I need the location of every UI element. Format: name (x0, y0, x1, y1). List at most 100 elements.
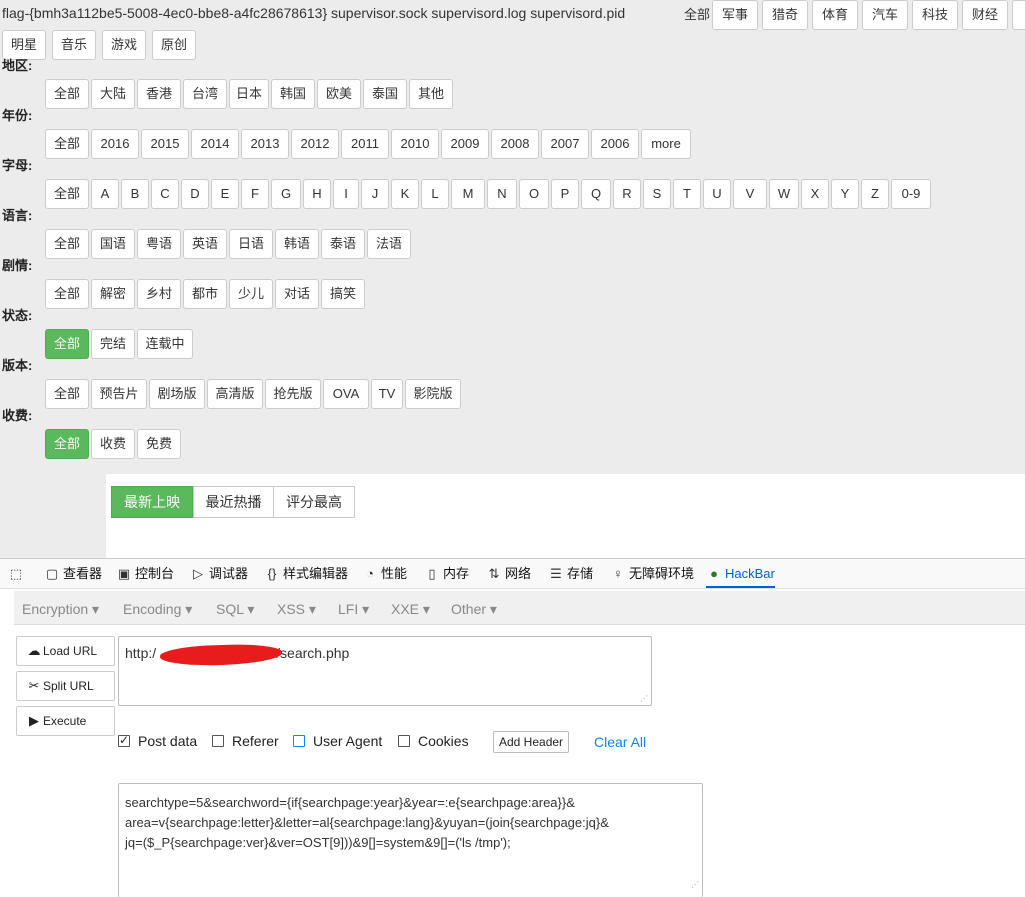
genre-button[interactable]: 科技 (912, 0, 958, 30)
genre-button[interactable]: 游戏 (102, 30, 146, 60)
filter-lang-button[interactable]: 全部 (45, 229, 89, 259)
filter-version-button[interactable]: OVA (323, 379, 369, 409)
menu-sql[interactable]: SQL ▾ (216, 601, 254, 618)
filter-year-button[interactable]: 2008 (491, 129, 539, 159)
genre-button[interactable]: 体育 (812, 0, 858, 30)
resize-grip-icon[interactable]: ⋰ (640, 694, 648, 703)
filter-year-button[interactable]: 2010 (391, 129, 439, 159)
filter-area-button[interactable]: 泰国 (363, 79, 407, 109)
filter-fee-button[interactable]: 全部 (45, 429, 89, 459)
filter-letter-button[interactable]: M (451, 179, 485, 209)
filter-year-button[interactable]: 2007 (541, 129, 589, 159)
filter-lang-button[interactable]: 日语 (229, 229, 273, 259)
filter-fee-button[interactable]: 收费 (91, 429, 135, 459)
cookies-option[interactable]: Cookies (398, 733, 469, 749)
filter-version-button[interactable]: 影院版 (405, 379, 461, 409)
tab-console[interactable]: ▣ 控制台 (116, 559, 174, 588)
referer-checkbox[interactable] (212, 735, 224, 747)
filter-year-button[interactable]: 2009 (441, 129, 489, 159)
filter-version-button[interactable]: 抢先版 (265, 379, 321, 409)
filter-lang-button[interactable]: 泰语 (321, 229, 365, 259)
filter-letter-button[interactable]: U (703, 179, 731, 209)
sort-hot-button[interactable]: 最近热播 (193, 486, 274, 518)
filter-letter-button[interactable]: P (551, 179, 579, 209)
tab-memory[interactable]: ▯ 内存 (424, 559, 469, 588)
filter-plot-button[interactable]: 解密 (91, 279, 135, 309)
filter-letter-button[interactable]: L (421, 179, 449, 209)
filter-plot-button[interactable]: 都市 (183, 279, 227, 309)
menu-lfi[interactable]: LFI ▾ (338, 601, 369, 618)
filter-area-button[interactable]: 台湾 (183, 79, 227, 109)
filter-area-button[interactable]: 其他 (409, 79, 453, 109)
tab-accessibility[interactable]: ♀ 无障碍环境 (610, 559, 694, 588)
menu-other[interactable]: Other ▾ (451, 601, 497, 618)
filter-plot-button[interactable]: 乡村 (137, 279, 181, 309)
filter-year-button[interactable]: 2012 (291, 129, 339, 159)
tab-style-editor[interactable]: {} 样式编辑器 (264, 559, 348, 588)
filter-year-button[interactable]: 2014 (191, 129, 239, 159)
menu-xxe[interactable]: XXE ▾ (391, 601, 430, 618)
filter-year-button[interactable]: 2006 (591, 129, 639, 159)
filter-year-button[interactable]: 2013 (241, 129, 289, 159)
filter-plot-button[interactable]: 少儿 (229, 279, 273, 309)
filter-area-button[interactable]: 香港 (137, 79, 181, 109)
filter-area-button[interactable]: 欧美 (317, 79, 361, 109)
genre-button[interactable]: 军事 (712, 0, 758, 30)
tab-debugger[interactable]: ▷ 调试器 (190, 559, 248, 588)
split-url-button[interactable]: ✂ Split URL (16, 671, 115, 701)
filter-letter-button[interactable]: J (361, 179, 389, 209)
menu-xss[interactable]: XSS ▾ (277, 601, 316, 618)
genre-button-cut[interactable] (1012, 0, 1025, 30)
add-header-button[interactable]: Add Header (493, 731, 570, 753)
filter-letter-button[interactable]: F (241, 179, 269, 209)
filter-letter-button[interactable]: T (673, 179, 701, 209)
filter-area-button[interactable]: 韩国 (271, 79, 315, 109)
filter-fee-button[interactable]: 免费 (137, 429, 181, 459)
post-data-option[interactable]: Post data (118, 733, 197, 749)
filter-version-button[interactable]: 全部 (45, 379, 89, 409)
filter-letter-button[interactable]: E (211, 179, 239, 209)
filter-version-button[interactable]: 预告片 (91, 379, 147, 409)
tab-network[interactable]: ⇅ 网络 (486, 559, 531, 588)
filter-version-button[interactable]: TV (371, 379, 403, 409)
filter-letter-button[interactable]: G (271, 179, 301, 209)
filter-state-button[interactable]: 完结 (91, 329, 135, 359)
filter-lang-button[interactable]: 粤语 (137, 229, 181, 259)
filter-lang-button[interactable]: 法语 (367, 229, 411, 259)
filter-letter-button[interactable]: 0-9 (891, 179, 931, 209)
filter-year-button[interactable]: 2011 (341, 129, 389, 159)
filter-plot-button[interactable]: 全部 (45, 279, 89, 309)
filter-plot-button[interactable]: 对话 (275, 279, 319, 309)
filter-year-button[interactable]: 2016 (91, 129, 139, 159)
menu-encoding[interactable]: Encoding ▾ (123, 601, 192, 618)
filter-letter-button[interactable]: B (121, 179, 149, 209)
referer-option[interactable]: Referer (212, 733, 279, 749)
user-agent-checkbox[interactable] (293, 735, 305, 747)
post-data-checkbox[interactable] (118, 733, 130, 747)
filter-state-button[interactable]: 连载中 (137, 329, 193, 359)
filter-letter-button[interactable]: K (391, 179, 419, 209)
sort-latest-button[interactable]: 最新上映 (111, 486, 193, 518)
filter-year-button[interactable]: 2015 (141, 129, 189, 159)
tab-performance[interactable]: ◔ 性能 (362, 559, 407, 588)
filter-plot-button[interactable]: 搞笑 (321, 279, 365, 309)
clear-all-link[interactable]: Clear All (594, 734, 646, 750)
genre-button[interactable]: 原创 (152, 30, 196, 60)
tab-inspector[interactable]: ▢ 查看器 (44, 559, 102, 588)
filter-letter-button[interactable]: H (303, 179, 331, 209)
tab-storage[interactable]: ☰ 存储 (548, 559, 593, 588)
filter-letter-button[interactable]: D (181, 179, 209, 209)
filter-version-button[interactable]: 高清版 (207, 379, 263, 409)
filter-area-button[interactable]: 大陆 (91, 79, 135, 109)
execute-button[interactable]: ▶ Execute (16, 706, 115, 736)
filter-letter-button[interactable]: 全部 (45, 179, 89, 209)
filter-lang-button[interactable]: 国语 (91, 229, 135, 259)
filter-letter-button[interactable]: Q (581, 179, 611, 209)
filter-letter-button[interactable]: C (151, 179, 179, 209)
filter-letter-button[interactable]: N (487, 179, 517, 209)
filter-letter-button[interactable]: W (769, 179, 799, 209)
filter-letter-button[interactable]: R (613, 179, 641, 209)
user-agent-option[interactable]: User Agent (293, 733, 382, 749)
filter-letter-button[interactable]: X (801, 179, 829, 209)
genre-all-link[interactable]: 全部 (683, 0, 711, 30)
